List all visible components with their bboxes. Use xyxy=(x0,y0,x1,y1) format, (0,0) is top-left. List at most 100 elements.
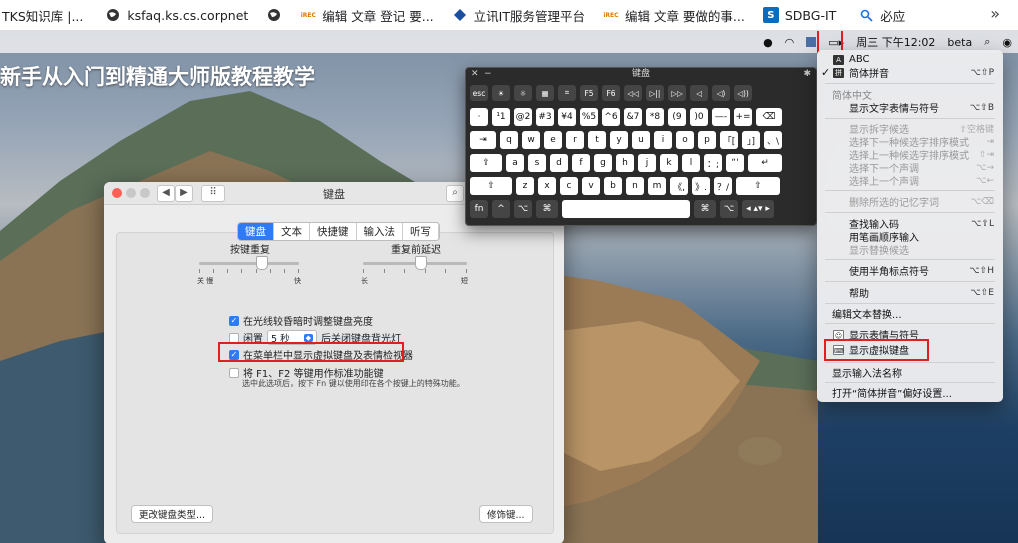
key[interactable]: ▦ xyxy=(536,85,554,101)
key[interactable]: ◂ ▴▾ ▸ xyxy=(742,200,774,218)
key[interactable]: ？/ xyxy=(714,177,732,195)
key[interactable]: 」] xyxy=(742,131,760,149)
bookmark-ksfaq[interactable]: ksfaq.ks.cs.corpnet xyxy=(99,0,254,30)
menu-item-help[interactable]: 帮助 ⌥⇧E xyxy=(817,286,1003,301)
bookmark-bing[interactable]: 必应 xyxy=(852,0,911,30)
key[interactable]: ⇥ xyxy=(470,131,496,149)
menu-item-edit-text-replacement[interactable]: 编辑文本替换... xyxy=(817,307,1003,321)
menubar-datetime[interactable]: 周三 下午12:02 xyxy=(856,34,935,50)
key-repeat-thumb[interactable] xyxy=(256,256,268,270)
gear-icon[interactable]: ✱ xyxy=(803,68,811,80)
key[interactable]: ⌘ xyxy=(536,200,558,218)
key[interactable]: 》. xyxy=(692,177,710,195)
menu-item-prev-tone[interactable]: 选择上一个声调 ⌥← xyxy=(817,174,1003,189)
key[interactable]: #3 xyxy=(536,108,554,126)
key[interactable]: ^ xyxy=(492,200,510,218)
key[interactable]: ⌫ xyxy=(756,108,782,126)
key[interactable]: ⌗ xyxy=(558,85,576,101)
key[interactable]: 《, xyxy=(670,177,688,195)
key[interactable]: 「[ xyxy=(720,131,738,149)
tab-4[interactable]: 听写 xyxy=(403,223,439,240)
key[interactable]: ⌥ xyxy=(720,200,738,218)
key[interactable]: ▷▷ xyxy=(668,85,686,101)
key[interactable]: ⇧ xyxy=(736,177,780,195)
key[interactable]: ◁ xyxy=(690,85,708,101)
bookmark-edit-article-2[interactable]: iREC 编辑 文章 要做的事... xyxy=(597,0,751,30)
key[interactable]: ◁◁ xyxy=(624,85,642,101)
menubar-user[interactable]: beta xyxy=(947,36,972,49)
key[interactable]: h xyxy=(616,154,634,172)
minimize-icon[interactable]: − xyxy=(484,68,492,80)
key[interactable]: e xyxy=(544,131,562,149)
bookmarks-overflow-button[interactable]: » xyxy=(990,4,1000,23)
menu-item-replace-candidates[interactable]: 显示替换候选 xyxy=(817,243,1003,257)
tab-0[interactable]: 键盘 xyxy=(238,223,274,240)
adjust-brightness-option[interactable]: ✓ 在光线较昏暗时调整键盘亮度 xyxy=(229,313,373,328)
key[interactable]: x xyxy=(538,177,556,195)
key[interactable]: q xyxy=(500,131,518,149)
bookmark-tks[interactable]: TKS知识库 |... xyxy=(0,0,89,30)
key[interactable]: F6 xyxy=(602,85,620,101)
key[interactable]: F5 xyxy=(580,85,598,101)
key[interactable]: ◁)) xyxy=(734,85,752,101)
checkbox-unchecked[interactable] xyxy=(229,332,239,343)
key[interactable]: ▷|| xyxy=(646,85,664,101)
key[interactable]: (9 xyxy=(668,108,686,126)
key[interactable]: y xyxy=(610,131,628,149)
key[interactable]: i xyxy=(654,131,672,149)
key[interactable]: ☼ xyxy=(514,85,532,101)
menu-item-open-prefs[interactable]: 打开“简体拼音”偏好设置... xyxy=(817,386,1003,400)
key[interactable]: @2 xyxy=(514,108,532,126)
key-repeat-slider[interactable] xyxy=(199,256,299,270)
key[interactable]: d xyxy=(550,154,568,172)
key[interactable]: l xyxy=(682,154,700,172)
spotlight-search-icon[interactable]: ⌕ xyxy=(984,35,990,49)
record-icon[interactable]: ● xyxy=(763,36,773,49)
key[interactable]: ⌥ xyxy=(514,200,532,218)
key[interactable]: &7 xyxy=(624,108,642,126)
key[interactable]: f xyxy=(572,154,590,172)
menu-item-pinyin[interactable]: ✓ 拼 简体拼音 ⌥⇧P xyxy=(817,66,1003,80)
tab-1[interactable]: 文本 xyxy=(274,223,310,240)
menu-item-abc[interactable]: A ABC xyxy=(817,53,1003,66)
bookmark-edit-article-1[interactable]: iREC 编辑 文章 登记 要... xyxy=(294,0,439,30)
key[interactable]: c xyxy=(560,177,578,195)
bookmark-sdbg[interactable]: S SDBG-IT xyxy=(757,0,842,30)
bookmark-globe[interactable] xyxy=(260,0,294,30)
key[interactable]: ¥4 xyxy=(558,108,576,126)
close-icon[interactable]: ✕ xyxy=(471,68,479,80)
key[interactable]: o xyxy=(676,131,694,149)
wifi-icon[interactable]: ◠ xyxy=(785,36,795,49)
key[interactable]: v xyxy=(582,177,600,195)
search-field[interactable]: ⌕ xyxy=(446,185,464,202)
menu-item-delete-memo[interactable]: 删除所选的记忆字词 ⌥⌫ xyxy=(817,195,1003,210)
tab-3[interactable]: 输入法 xyxy=(357,223,403,240)
change-keyboard-type-button[interactable]: 更改键盘类型... xyxy=(131,505,214,523)
key[interactable]: += xyxy=(734,108,752,126)
key[interactable]: ☀ xyxy=(492,85,510,101)
key[interactable]: ⇪ xyxy=(470,154,502,172)
key[interactable]: u xyxy=(632,131,650,149)
input-menu-icon[interactable] xyxy=(806,37,817,47)
key[interactable]: b xyxy=(604,177,622,195)
key[interactable]: j xyxy=(638,154,656,172)
menu-item-halfwidth[interactable]: 使用半角标点符号 ⌥⇧H xyxy=(817,264,1003,279)
key[interactable]: ↵ xyxy=(748,154,782,172)
key[interactable]: p xyxy=(698,131,716,149)
key[interactable]: *8 xyxy=(646,108,664,126)
key[interactable]: m xyxy=(648,177,666,195)
key[interactable]: ¹1 xyxy=(492,108,510,126)
repeat-delay-thumb[interactable] xyxy=(415,256,428,270)
siri-icon[interactable]: ◉ xyxy=(1002,36,1012,49)
key[interactable]: ◁) xyxy=(712,85,730,101)
key[interactable]: z xyxy=(516,177,534,195)
key[interactable]: s xyxy=(528,154,546,172)
checkbox-unchecked[interactable] xyxy=(229,367,239,378)
key[interactable]: a xyxy=(506,154,524,172)
key[interactable]: 、\ xyxy=(764,131,782,149)
key[interactable]: esc xyxy=(470,85,488,101)
key[interactable]: fn xyxy=(470,200,488,218)
menu-item-show-input-name[interactable]: 显示输入法名称 xyxy=(817,366,1003,380)
tab-2[interactable]: 快捷键 xyxy=(310,223,357,240)
repeat-delay-slider[interactable] xyxy=(363,256,467,270)
